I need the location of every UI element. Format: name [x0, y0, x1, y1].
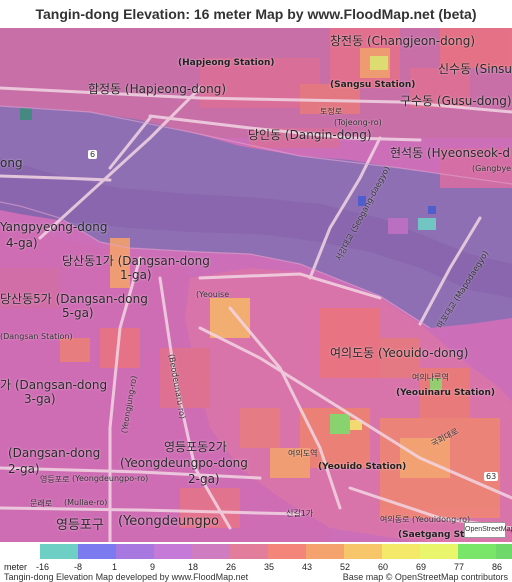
label-dangsan2-ga: 2-ga) [8, 462, 40, 476]
label-dangsan2: (Dangsan-dong [8, 446, 101, 460]
label-yeouido-station: (Yeouido Station) [318, 462, 407, 472]
label-yeouido: 여의도동 (Yeouido-dong) [330, 346, 469, 360]
label-yeouinaru-ko: 여의나루역 [412, 373, 449, 382]
legend-swatch [78, 544, 116, 559]
label-yeouidong-ro: 여의동로 (Yeouidong-ro) [380, 515, 471, 524]
legend-swatch [40, 544, 78, 559]
label-gusu: 구수동 (Gusu-dong) [400, 94, 512, 108]
footer-basemap-credit[interactable]: Base map © OpenStreetMap contributors [343, 572, 508, 582]
legend-swatch [420, 544, 458, 559]
footer-credit: Tangin-dong Elevation Map developed by w… [4, 572, 249, 582]
legend-tick: 60 [378, 562, 389, 572]
label-dangsan5: 당산동5가 (Dangsan-dong [0, 292, 148, 306]
label-dangin: 당인동 (Dangin-dong) [248, 128, 372, 142]
label-hapjeong-dong: 합정동 (Hapjeong-dong) [88, 82, 227, 96]
legend-tick: 1 [112, 562, 118, 572]
legend-swatch [496, 544, 512, 559]
label-yeongdeungpo2-ga: 2-ga) [188, 472, 220, 486]
elevation-map[interactable]: 창전동 (Changjeon-dong) 신수동 (Sinsu (Hapjeon… [0, 28, 512, 542]
label-mullae-ro: (Mullae-ro) [64, 498, 108, 507]
label-yeongdeungpo-gu-ko: 영등포구 [56, 518, 104, 533]
legend-swatch [458, 544, 496, 559]
legend-swatch [268, 544, 306, 559]
label-dangsan1-ga: 1-ga) [120, 268, 152, 282]
label-yeongdeungpo2-ko: 영등포동2가 [164, 440, 227, 454]
label-ong: ong [0, 156, 23, 170]
legend-swatch [192, 544, 230, 559]
legend-tick: 86 [492, 562, 503, 572]
legend-swatch [230, 544, 268, 559]
label-gangbyeon: (Gangbye [472, 164, 512, 173]
legend-tick: 43 [302, 562, 313, 572]
label-hyeonseok: 현석동 (Hyeonseok-d [390, 146, 510, 160]
label-sinsu: 신수동 (Sinsu [438, 62, 512, 76]
label-yeongdeungpo2: (Yeongdeungpo-dong [120, 456, 248, 470]
label-yeongdeungpo-ro-ko: 영등포로 [40, 475, 70, 484]
label-dangsan5-ga: 5-ga) [62, 306, 94, 320]
legend-swatch [382, 544, 420, 559]
elevation-legend: meter -16 -8 1 9 18 26 35 43 52 60 69 77 86 Tangin-d… [0, 542, 512, 582]
label-yangpyeong-ga: 4-ga) [6, 236, 38, 250]
label-dangsan1: 당산동1가 (Dangsan-dong [62, 254, 210, 268]
map-title: Tangin-dong Elevation: 16 meter Map by w… [35, 6, 477, 22]
label-changjeon: 창전동 (Changjeon-dong) [330, 34, 476, 48]
label-dangsan3: 가 (Dangsan-dong [0, 378, 108, 392]
legend-tick: 77 [454, 562, 465, 572]
label-yeouinaru-station: (Yeouinaru Station) [396, 388, 495, 398]
label-mullae-ro-ko: 문래로 [30, 499, 53, 508]
legend-swatch [344, 544, 382, 559]
label-dangsan-station: (Dangsan Station) [0, 332, 73, 341]
legend-tick: 18 [188, 562, 199, 572]
label-sangsu-station: (Sangsu Station) [330, 80, 416, 90]
legend-tick: 52 [340, 562, 351, 572]
label-yeouido-station-ko: 여의도역 [288, 449, 318, 458]
route-6-badge: 6 [88, 150, 98, 159]
legend-tick: -16 [36, 562, 50, 572]
legend-tick: 69 [416, 562, 427, 572]
route-63-badge: 63 [484, 472, 499, 481]
legend-swatch [306, 544, 344, 559]
legend-tick: 35 [264, 562, 275, 572]
label-singil: 신길1가 [286, 509, 314, 518]
label-yangpyeong: Yangpyeong-dong [0, 220, 108, 234]
legend-tick: 26 [226, 562, 237, 572]
label-yeouiseo: (Yeouise [196, 290, 230, 299]
label-yeongdeungpo-ro: (Yeongdeungpo-ro) [72, 474, 149, 483]
label-yeongdeungpo-gu: (Yeongdeungpo [118, 514, 219, 529]
legend-unit-label: meter [4, 562, 28, 572]
legend-tick: 9 [150, 562, 156, 572]
legend-swatch [116, 544, 154, 559]
osm-logo[interactable]: OpenStreetMap [464, 522, 512, 538]
label-hapjeong-station: (Hapjeong Station) [178, 58, 275, 68]
label-dangsan3-ga: 3-ga) [24, 392, 56, 406]
legend-swatch [154, 544, 192, 559]
label-tojeong-ro-ko: 토정로 [320, 107, 343, 116]
legend-tick: -8 [74, 562, 83, 572]
